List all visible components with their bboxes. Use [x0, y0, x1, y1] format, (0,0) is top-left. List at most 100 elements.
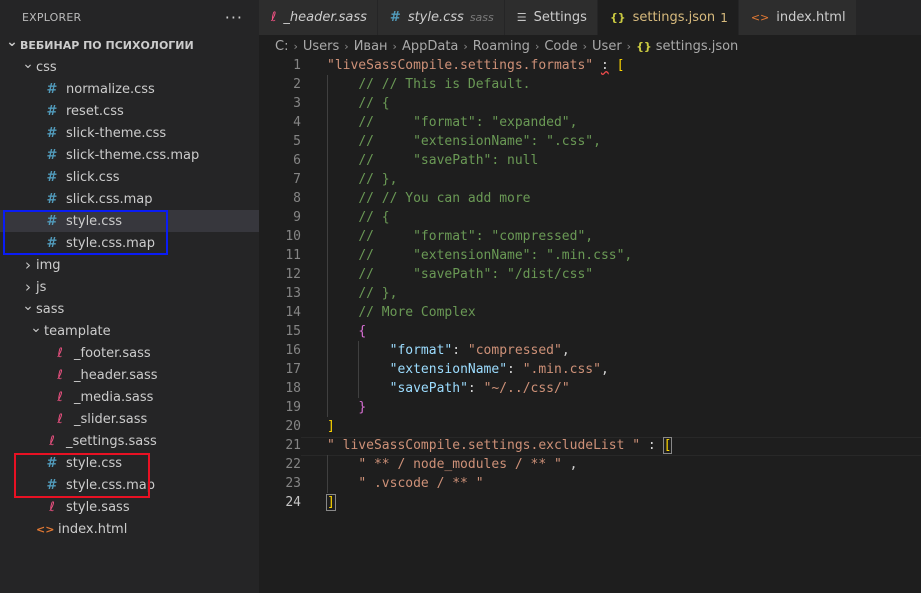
breadcrumb-item[interactable]: C:	[275, 39, 288, 54]
code-line: 14 // More Complex	[259, 303, 921, 322]
tree-file[interactable]: ℓ _media.sass	[0, 386, 259, 408]
tree-file[interactable]: ℓ style.sass	[0, 496, 259, 518]
breadcrumb-item[interactable]: Иван	[354, 39, 388, 54]
code-comment: // // You can add more	[358, 191, 531, 206]
chevron-right-icon: ›	[534, 39, 540, 53]
code-comment: // },	[358, 286, 398, 301]
indent-guide	[327, 303, 328, 322]
code-comment: // {	[358, 210, 390, 225]
code-line: 22 " ** / node_modules / ** " ,	[259, 455, 921, 474]
tree-file[interactable]: # slick-theme.css.map	[0, 144, 259, 166]
tree-file[interactable]: <> index.html	[0, 518, 259, 540]
css-file-icon: #	[46, 191, 58, 207]
tree-file[interactable]: # slick.css	[0, 166, 259, 188]
html-icon: <>	[750, 11, 770, 24]
tab-style-css[interactable]: # style.css sass	[377, 0, 505, 35]
code-line: 3 // {	[259, 94, 921, 113]
breadcrumb-item[interactable]: settings.json	[656, 39, 739, 54]
code-line: 5 // "extensionName": ".css",	[259, 132, 921, 151]
tree-item-label: ВЕБИНАР ПО ПСИХОЛОГИИ	[20, 38, 194, 52]
breadcrumb-item[interactable]: Users	[303, 39, 339, 54]
tree-file[interactable]: # slick.css.map	[0, 188, 259, 210]
tree-folder[interactable]: ⌄ sass	[0, 298, 259, 320]
line-number: 14	[285, 305, 301, 320]
breadcrumb-item[interactable]: Code	[544, 39, 577, 54]
code-string: "compressed"	[467, 343, 562, 358]
tree-file[interactable]: # reset.css	[0, 100, 259, 122]
line-number: 17	[285, 362, 301, 377]
tree-item-label: slick-theme.css	[66, 125, 167, 141]
code-editor[interactable]: 1 "liveSassCompile.settings.formats" : [2…	[259, 56, 921, 512]
breadcrumb-item[interactable]: Roaming	[473, 39, 530, 54]
tree-folder[interactable]: ⌄ teamplate	[0, 320, 259, 342]
indent-guide	[327, 398, 328, 417]
sass-icon: ℓ	[271, 10, 277, 25]
tree-file[interactable]: # style.css	[0, 210, 259, 232]
indent-guide	[327, 246, 328, 265]
code-text: // "extensionName": ".css",	[301, 132, 601, 151]
chevron-right-icon: ›	[25, 256, 31, 274]
chevron-right-icon: ›	[463, 39, 468, 53]
breadcrumb-item[interactable]: AppData	[402, 39, 458, 54]
tree-item-label: _settings.sass	[66, 433, 157, 449]
code-line: 21 " liveSassCompile.settings.excludeList…	[259, 436, 921, 455]
tab-settings-json[interactable]: {} settings.json 1	[597, 0, 739, 35]
css-file-icon: #	[46, 213, 58, 229]
code-key: "savePath"	[389, 381, 468, 396]
tree-file[interactable]: # normalize.css	[0, 78, 259, 100]
css-file-icon: #	[46, 235, 58, 251]
code-text: // "extensionName": ".min.css",	[301, 246, 632, 265]
code-string: "~/../css/"	[483, 381, 570, 396]
tree-item-label: style.sass	[66, 499, 130, 515]
code-punct: :	[600, 58, 609, 73]
settings-list-icon: ☰	[516, 11, 527, 24]
breadcrumb-item[interactable]: User	[592, 39, 622, 54]
tree-file[interactable]: ℓ _settings.sass	[0, 430, 259, 452]
code-text: // // This is Default.	[301, 75, 531, 94]
indent-guide	[327, 189, 328, 208]
code-bracket: [	[662, 437, 673, 454]
indent-guide	[327, 284, 328, 303]
breadcrumb: C: › Users › Иван › AppData › Roaming › Code › User ›…	[259, 35, 921, 57]
tree-file[interactable]: ℓ _slider.sass	[0, 408, 259, 430]
chevron-right-icon: ›	[626, 39, 632, 53]
tree-folder[interactable]: ⌄ css	[0, 56, 259, 78]
tree-file[interactable]: ℓ _header.sass	[0, 364, 259, 386]
code-line: 8 // // You can add more	[259, 189, 921, 208]
tree-item-label: img	[36, 257, 61, 273]
code-text: ]	[301, 417, 335, 436]
code-string: ".min.css"	[522, 362, 601, 377]
code-key: "extensionName"	[389, 362, 508, 377]
tab-index-html[interactable]: <> index.html	[738, 0, 857, 35]
code-punct: :	[467, 381, 484, 396]
tree-file[interactable]: # style.css.map	[0, 474, 259, 496]
code-string: " .vscode / ** "	[358, 476, 484, 491]
tree-file[interactable]: # slick-theme.css	[0, 122, 259, 144]
code-text: " ** / node_modules / ** " ,	[301, 455, 577, 474]
tree-file[interactable]: ℓ _footer.sass	[0, 342, 259, 364]
tree-folder[interactable]: › img	[0, 254, 259, 276]
tree-item-label: slick.css	[66, 169, 120, 185]
tree-item-label: sass	[36, 301, 65, 317]
code-key: "format"	[389, 343, 453, 358]
indent-guide	[327, 455, 328, 474]
tree-folder[interactable]: › js	[0, 276, 259, 298]
tab-settings[interactable]: ☰ Settings	[504, 0, 598, 35]
code-string: " ** / node_modules / ** "	[358, 457, 562, 472]
indent-guide	[327, 113, 328, 132]
line-number: 1	[293, 58, 301, 73]
tab--header-sass[interactable]: ℓ _header.sass	[259, 0, 378, 35]
tree-file[interactable]: # style.css.map	[0, 232, 259, 254]
tree-folder[interactable]: ⌄ ВЕБИНАР ПО ПСИХОЛОГИИ	[0, 34, 259, 56]
tree-item-label: _slider.sass	[74, 411, 148, 427]
more-actions-icon[interactable]: ···	[225, 8, 243, 27]
tab-label: _header.sass	[283, 10, 367, 25]
tree-file[interactable]: # style.css	[0, 452, 259, 474]
